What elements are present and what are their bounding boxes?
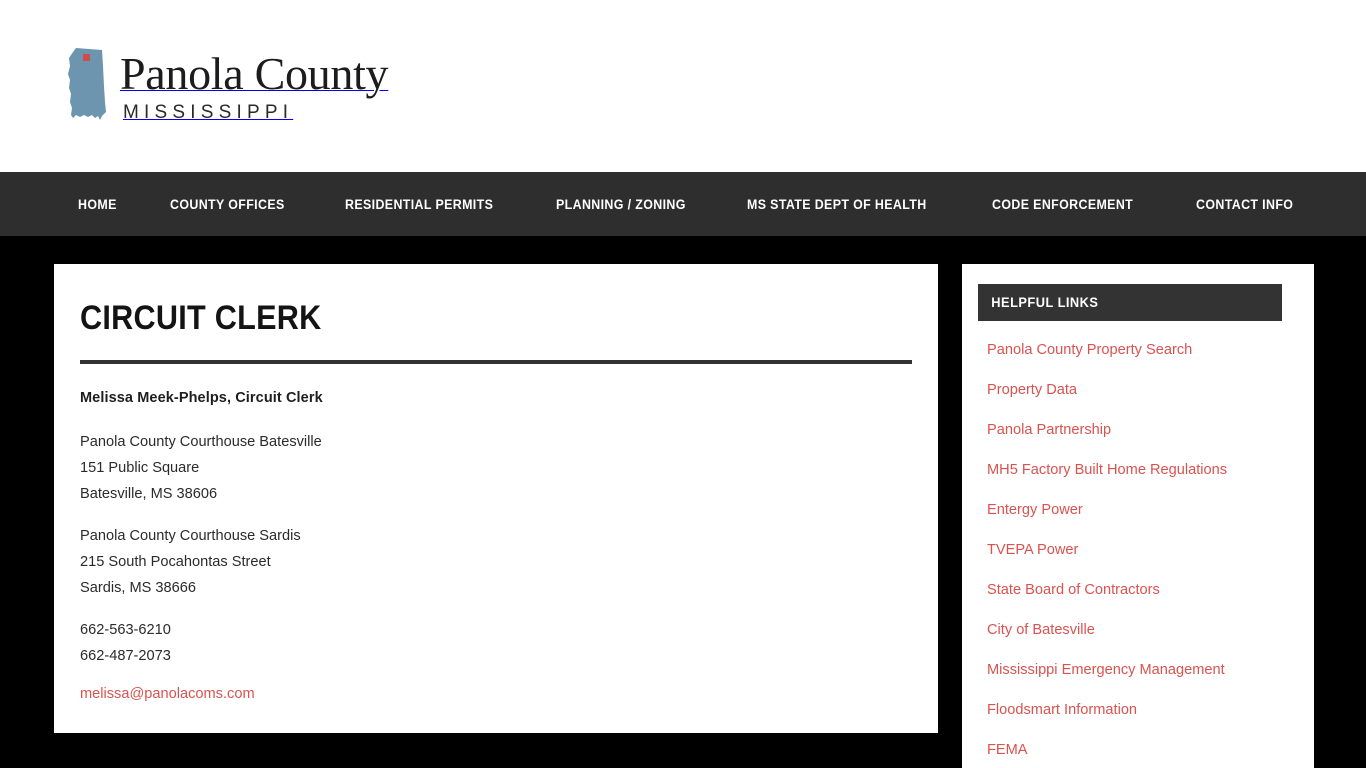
sidebar-link-city-of-batesville[interactable]: City of Batesville: [987, 622, 1095, 638]
address-sardis-line1: Panola County Courthouse Sardis: [80, 528, 301, 544]
list-item: TVEPA Power: [987, 539, 1289, 561]
nav-item-county-offices[interactable]: COUNTY OFFICES: [170, 197, 285, 212]
sidebar-link-entergy-power[interactable]: Entergy Power: [987, 502, 1083, 518]
sidebar-link-state-board-of-contractors[interactable]: State Board of Contractors: [987, 582, 1160, 598]
list-item: MH5 Factory Built Home Regulations: [987, 459, 1289, 481]
list-item: Entergy Power: [987, 499, 1289, 521]
logo-text: Panola County MISSISSIPPI: [120, 46, 389, 124]
page-title: CIRCUIT CLERK: [80, 299, 322, 337]
address-batesville-line3: Batesville, MS 38606: [80, 486, 218, 502]
list-item: Floodsmart Information: [987, 699, 1289, 721]
nav-item-home[interactable]: HOME: [78, 197, 117, 212]
nav-item-ms-state-dept-of-health[interactable]: MS STATE DEPT OF HEALTH: [747, 197, 927, 212]
page-body: CIRCUIT CLERK Melissa Meek-Phelps, Circu…: [0, 236, 1366, 768]
sidebar-card: HELPFUL LINKS Panola County Property Sea…: [962, 264, 1314, 768]
list-item: Panola County Property Search: [987, 339, 1289, 361]
nav-item-planning-zoning[interactable]: PLANNING / ZONING: [556, 197, 686, 212]
sidebar-link-panola-partnership[interactable]: Panola Partnership: [987, 422, 1111, 438]
mississippi-map-icon: [62, 46, 120, 128]
sidebar-link-tvepa-power[interactable]: TVEPA Power: [987, 542, 1078, 558]
address-sardis-line2: 215 South Pocahontas Street: [80, 554, 271, 570]
list-item: FEMA: [987, 739, 1289, 761]
circuit-clerk-name: Melissa Meek-Phelps, Circuit Clerk: [80, 390, 323, 406]
address-batesville: Panola County Courthouse Batesville 151 …: [80, 429, 912, 507]
sidebar-heading: HELPFUL LINKS: [978, 284, 1282, 321]
logo-title: Panola County: [120, 48, 389, 99]
phone-number-secondary: 662-487-2073: [80, 648, 171, 664]
sidebar-link-panola-county-property-search[interactable]: Panola County Property Search: [987, 342, 1192, 358]
phone-number-primary: 662-563-6210: [80, 622, 171, 638]
main-content-card: CIRCUIT CLERK Melissa Meek-Phelps, Circu…: [54, 264, 938, 733]
sidebar-link-floodsmart-information[interactable]: Floodsmart Information: [987, 702, 1137, 718]
address-sardis: Panola County Courthouse Sardis 215 Sout…: [80, 523, 912, 601]
list-item: City of Batesville: [987, 619, 1289, 641]
list-item: Property Data: [987, 379, 1289, 401]
address-sardis-line3: Sardis, MS 38666: [80, 580, 197, 596]
email-link[interactable]: melissa@panolacoms.com: [80, 686, 255, 702]
helpful-links-list: Panola County Property Search Property D…: [978, 339, 1298, 761]
logo-subtitle: MISSISSIPPI: [123, 102, 294, 123]
main-navigation: HOME COUNTY OFFICES RESIDENTIAL PERMITS …: [0, 172, 1366, 236]
address-batesville-line2: 151 Public Square: [80, 460, 200, 476]
nav-item-residential-permits[interactable]: RESIDENTIAL PERMITS: [345, 197, 493, 212]
list-item: State Board of Contractors: [987, 579, 1289, 601]
nav-item-code-enforcement[interactable]: CODE ENFORCEMENT: [992, 197, 1133, 212]
sidebar-link-property-data[interactable]: Property Data: [987, 382, 1077, 398]
sidebar-link-mississippi-emergency-management[interactable]: Mississippi Emergency Management: [987, 662, 1225, 678]
list-item: Mississippi Emergency Management: [987, 659, 1289, 681]
site-logo[interactable]: Panola County MISSISSIPPI: [62, 46, 389, 128]
phone-numbers: 662-563-6210 662-487-2073: [80, 617, 912, 669]
sidebar-link-fema[interactable]: FEMA: [987, 742, 1028, 758]
list-item: Panola Partnership: [987, 419, 1289, 441]
nav-item-contact-info[interactable]: CONTACT INFO: [1196, 197, 1293, 212]
site-header: Panola County MISSISSIPPI: [0, 0, 1366, 172]
sidebar-link-mh5-factory-built-home-regulations[interactable]: MH5 Factory Built Home Regulations: [987, 462, 1227, 478]
address-batesville-line1: Panola County Courthouse Batesville: [80, 434, 322, 450]
title-divider: [80, 360, 912, 364]
